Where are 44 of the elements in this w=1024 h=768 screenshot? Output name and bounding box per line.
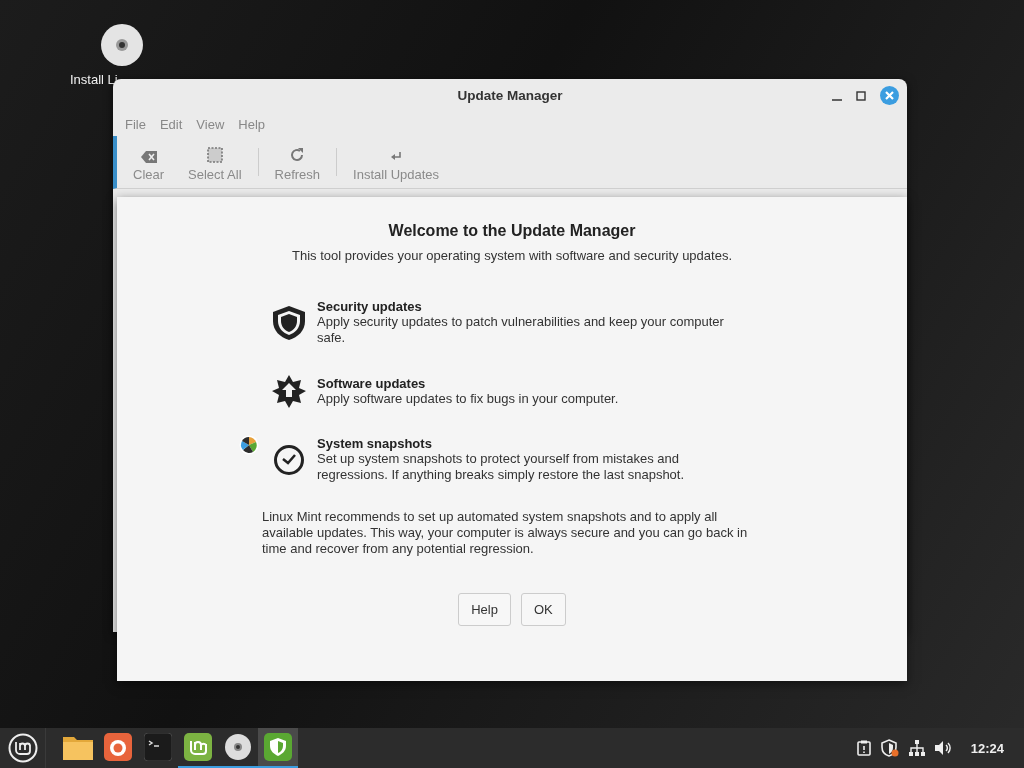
feature-description: Apply software updates to fix bugs in your computer. [317, 390, 619, 407]
menu-item[interactable]: View [190, 115, 231, 134]
dialog-heading: Welcome to the Update Manager [388, 222, 636, 240]
toolbar-button[interactable]: Refresh [262, 142, 333, 182]
shield-app-icon[interactable] [264, 733, 292, 761]
mint-logo-icon[interactable] [184, 733, 212, 761]
browser-icon[interactable] [104, 733, 132, 761]
clock[interactable]: 12:24 [970, 740, 1004, 756]
menu-item[interactable]: Edit [153, 115, 189, 134]
disc-icon[interactable] [101, 24, 143, 66]
menu-logo-icon[interactable] [7, 733, 38, 763]
feature-description: Apply security updates to patch vulnerabilities and keep your computer safe. [317, 314, 725, 346]
dialog-button[interactable]: Help [458, 593, 511, 626]
selection-icon [206, 147, 223, 163]
return-arrow-icon [390, 151, 403, 163]
close-icon[interactable] [880, 86, 899, 105]
toolbar-button[interactable]: Select All [176, 142, 254, 182]
taskbar-item[interactable] [258, 728, 298, 768]
feature-description: Set up system snapshots to protect yourself from mistakes and regressions. If anything breaks simply restore the last snapshot. [317, 451, 686, 483]
folder-icon[interactable] [63, 734, 93, 760]
menu-item[interactable]: Help [232, 115, 272, 134]
feature-title: Security updates [317, 299, 423, 314]
backspace-icon [140, 151, 157, 163]
refresh-icon [289, 147, 306, 163]
clock-icon [273, 443, 305, 476]
disc-icon[interactable] [224, 733, 252, 761]
terminal-icon[interactable] [144, 733, 172, 761]
maximize-icon[interactable] [856, 90, 866, 101]
dialog-subtitle: This tool provides your operating system with software and security updates. [291, 248, 732, 263]
volume-icon[interactable] [934, 741, 953, 755]
feature-title: Software updates [317, 375, 427, 391]
menu-item[interactable]: File [119, 115, 152, 134]
recommendation-text: Linux Mint recommends to set up automated system snapshots and to apply all available updates. This way, your computer is always secure and you can go back in time and recover from any potential regression. [262, 509, 749, 557]
toolbar-button[interactable]: Install Updates [341, 142, 452, 182]
window-title: Update Manager [457, 87, 563, 103]
clipboard-alert-icon[interactable] [856, 740, 871, 756]
toolbar-button[interactable]: Clear [121, 142, 177, 182]
busy-cursor-icon [239, 435, 259, 455]
shield-alert-icon[interactable] [880, 739, 899, 757]
shield-icon [272, 304, 306, 341]
network-icon[interactable] [908, 740, 925, 756]
star-arrow-icon [272, 374, 306, 408]
feature-title: System snapshots [317, 436, 433, 451]
dialog-button[interactable]: OK [520, 593, 566, 626]
